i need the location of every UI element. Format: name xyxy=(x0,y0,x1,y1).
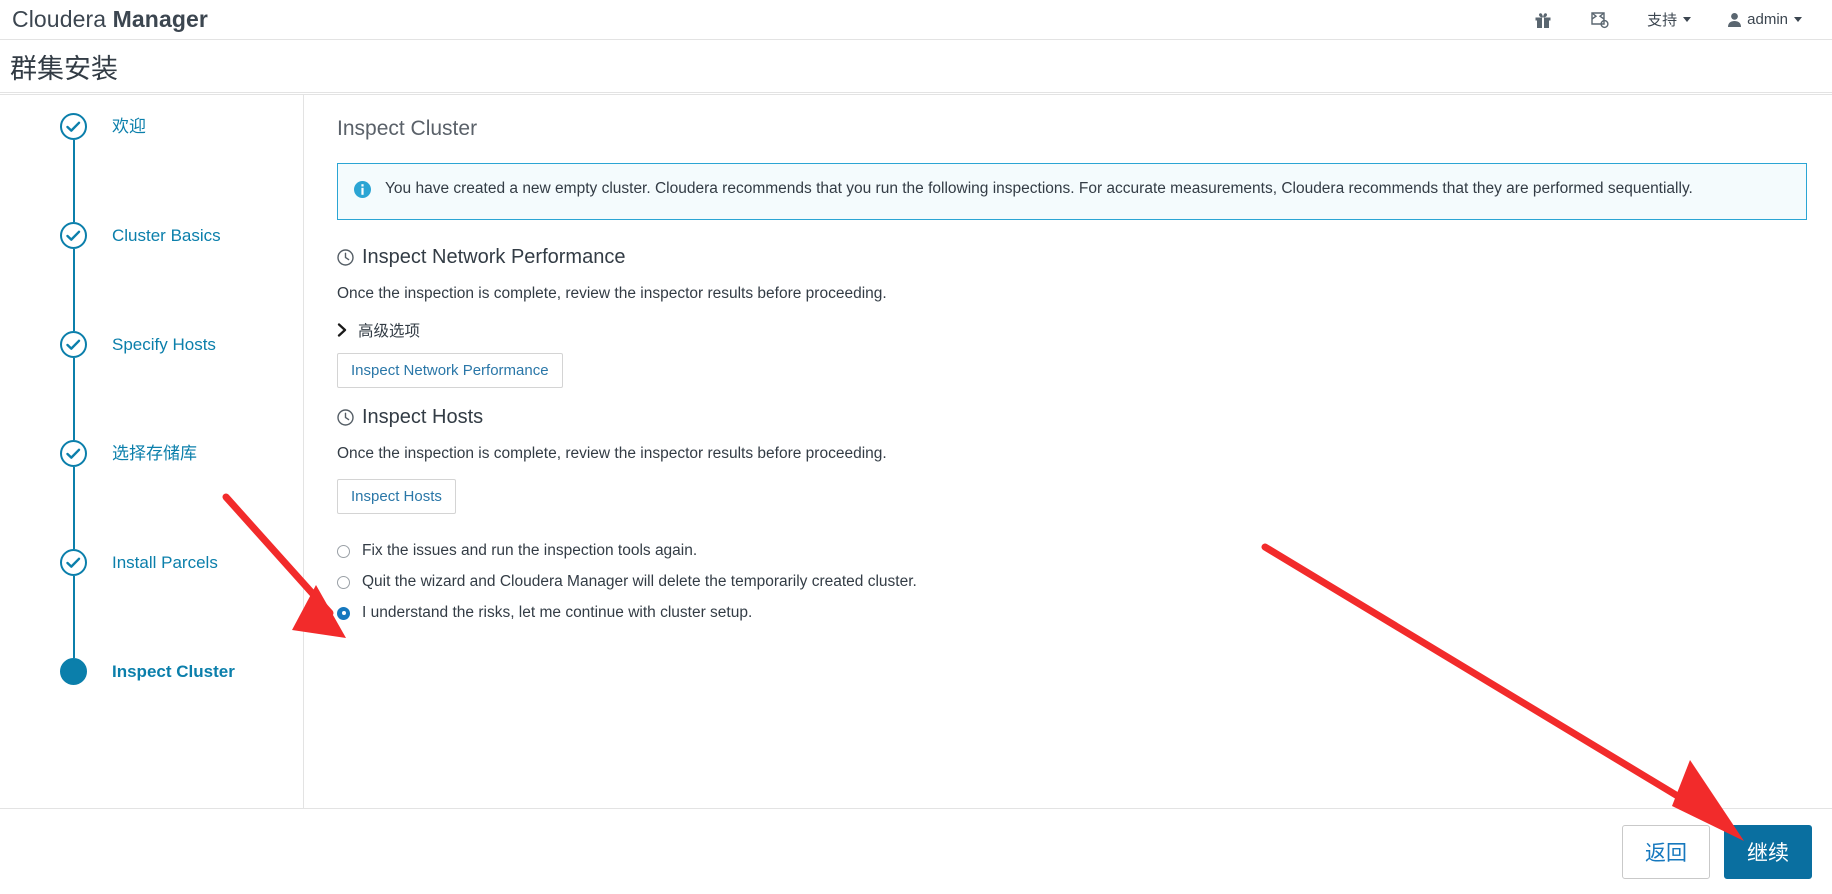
parcel-icon-button[interactable] xyxy=(1571,0,1629,39)
app-root: Cloudera Manager 支持 admin 群集安装 欢迎 Cluste… xyxy=(0,0,1832,894)
sidebar-item-label: 欢迎 xyxy=(112,117,146,136)
gift-icon xyxy=(1533,10,1553,30)
parcel-icon xyxy=(1589,10,1611,30)
sidebar-item-install-parcels[interactable]: Install Parcels xyxy=(60,549,303,658)
advanced-options-toggle[interactable]: 高级选项 xyxy=(337,319,420,341)
info-banner: You have created a new empty cluster. Cl… xyxy=(337,163,1807,220)
sidebar-item-specify-hosts[interactable]: Specify Hosts xyxy=(60,331,303,440)
step-check-icon xyxy=(60,113,87,140)
info-icon xyxy=(354,181,371,203)
radio-row-understand-risks[interactable]: I understand the risks, let me continue … xyxy=(337,604,1802,622)
sidebar-item-select-repository[interactable]: 选择存储库 xyxy=(60,440,303,549)
section-title-inspect-hosts: Inspect Hosts xyxy=(362,406,484,428)
step-connector xyxy=(73,576,75,658)
user-label: admin xyxy=(1747,11,1788,28)
support-menu[interactable]: 支持 xyxy=(1629,0,1709,39)
radio-button-understand-risks[interactable] xyxy=(337,606,350,620)
main-panel: Inspect Cluster You have created a new e… xyxy=(304,95,1832,808)
user-menu[interactable]: admin xyxy=(1709,0,1820,39)
continue-button[interactable]: 继续 xyxy=(1724,824,1812,879)
sidebar-item-label: Install Parcels xyxy=(112,553,218,572)
radio-row-quit-wizard[interactable]: Quit the wizard and Cloudera Manager wil… xyxy=(337,573,1802,591)
radio-label-fix-issues: Fix the issues and run the inspection to… xyxy=(362,542,698,559)
inspect-hosts-button[interactable]: Inspect Hosts xyxy=(337,479,456,514)
chevron-down-icon xyxy=(1683,17,1692,22)
radio-label-quit-wizard: Quit the wizard and Cloudera Manager wil… xyxy=(362,573,917,590)
sidebar-item-cluster-basics[interactable]: Cluster Basics xyxy=(60,222,303,331)
app-brand[interactable]: Cloudera Manager xyxy=(12,6,208,33)
radio-button-quit-wizard[interactable] xyxy=(337,575,350,589)
step-check-icon xyxy=(60,440,87,467)
wizard-sidebar: 欢迎 Cluster Basics Specify Hosts 选择存储库 In… xyxy=(0,95,304,808)
page-title-bar: 群集安装 xyxy=(0,40,1832,93)
step-check-icon xyxy=(60,331,87,358)
chevron-right-icon xyxy=(337,323,348,337)
inspect-network-performance-button[interactable]: Inspect Network Performance xyxy=(337,353,563,388)
step-connector xyxy=(73,358,75,440)
advanced-options-label: 高级选项 xyxy=(358,323,421,340)
back-button[interactable]: 返回 xyxy=(1622,824,1710,879)
page-title: 群集安装 xyxy=(10,53,118,84)
sidebar-item-label: Inspect Cluster xyxy=(112,662,235,681)
wizard-steps: 欢迎 Cluster Basics Specify Hosts 选择存储库 In… xyxy=(60,113,303,685)
gift-icon-button[interactable] xyxy=(1515,0,1571,39)
sidebar-item-label: Specify Hosts xyxy=(112,335,216,354)
section-desc-network-performance: Once the inspection is complete, review … xyxy=(337,285,887,302)
person-icon xyxy=(1727,12,1742,28)
step-connector xyxy=(73,467,75,549)
sidebar-item-inspect-cluster[interactable]: Inspect Cluster xyxy=(60,658,303,685)
support-label: 支持 xyxy=(1647,12,1678,29)
step-connector xyxy=(73,140,75,222)
section-desc-inspect-hosts: Once the inspection is complete, review … xyxy=(337,445,887,462)
sidebar-item-welcome[interactable]: 欢迎 xyxy=(60,113,303,222)
clock-icon xyxy=(337,409,354,426)
clock-icon xyxy=(337,249,354,266)
chevron-down-icon xyxy=(1794,17,1802,22)
step-connector xyxy=(73,249,75,331)
top-navbar: Cloudera Manager 支持 admin xyxy=(0,0,1832,40)
section-title-network-performance: Inspect Network Performance xyxy=(362,246,626,268)
brand-light-text: Cloudera xyxy=(12,6,113,32)
top-navbar-right: 支持 admin xyxy=(1515,0,1832,39)
step-current-icon xyxy=(60,658,87,685)
wizard-footer: 返回 继续 xyxy=(0,808,1832,894)
section-header-inspect-hosts: Inspect Hosts xyxy=(337,406,1802,429)
sidebar-item-label: 选择存储库 xyxy=(112,444,197,463)
radio-label-understand-risks: I understand the risks, let me continue … xyxy=(362,604,753,621)
brand-bold-text: Manager xyxy=(112,6,208,32)
info-banner-text: You have created a new empty cluster. Cl… xyxy=(385,180,1693,197)
post-inspection-options: Fix the issues and run the inspection to… xyxy=(337,542,1802,622)
radio-row-fix-issues[interactable]: Fix the issues and run the inspection to… xyxy=(337,542,1802,560)
content-area: 欢迎 Cluster Basics Specify Hosts 选择存储库 In… xyxy=(0,94,1832,808)
radio-button-fix-issues[interactable] xyxy=(337,544,350,558)
section-header-network-performance: Inspect Network Performance xyxy=(337,246,1802,269)
section-title-inspect-cluster: Inspect Cluster xyxy=(337,117,478,140)
sidebar-item-label: Cluster Basics xyxy=(112,226,221,245)
step-check-icon xyxy=(60,549,87,576)
step-check-icon xyxy=(60,222,87,249)
